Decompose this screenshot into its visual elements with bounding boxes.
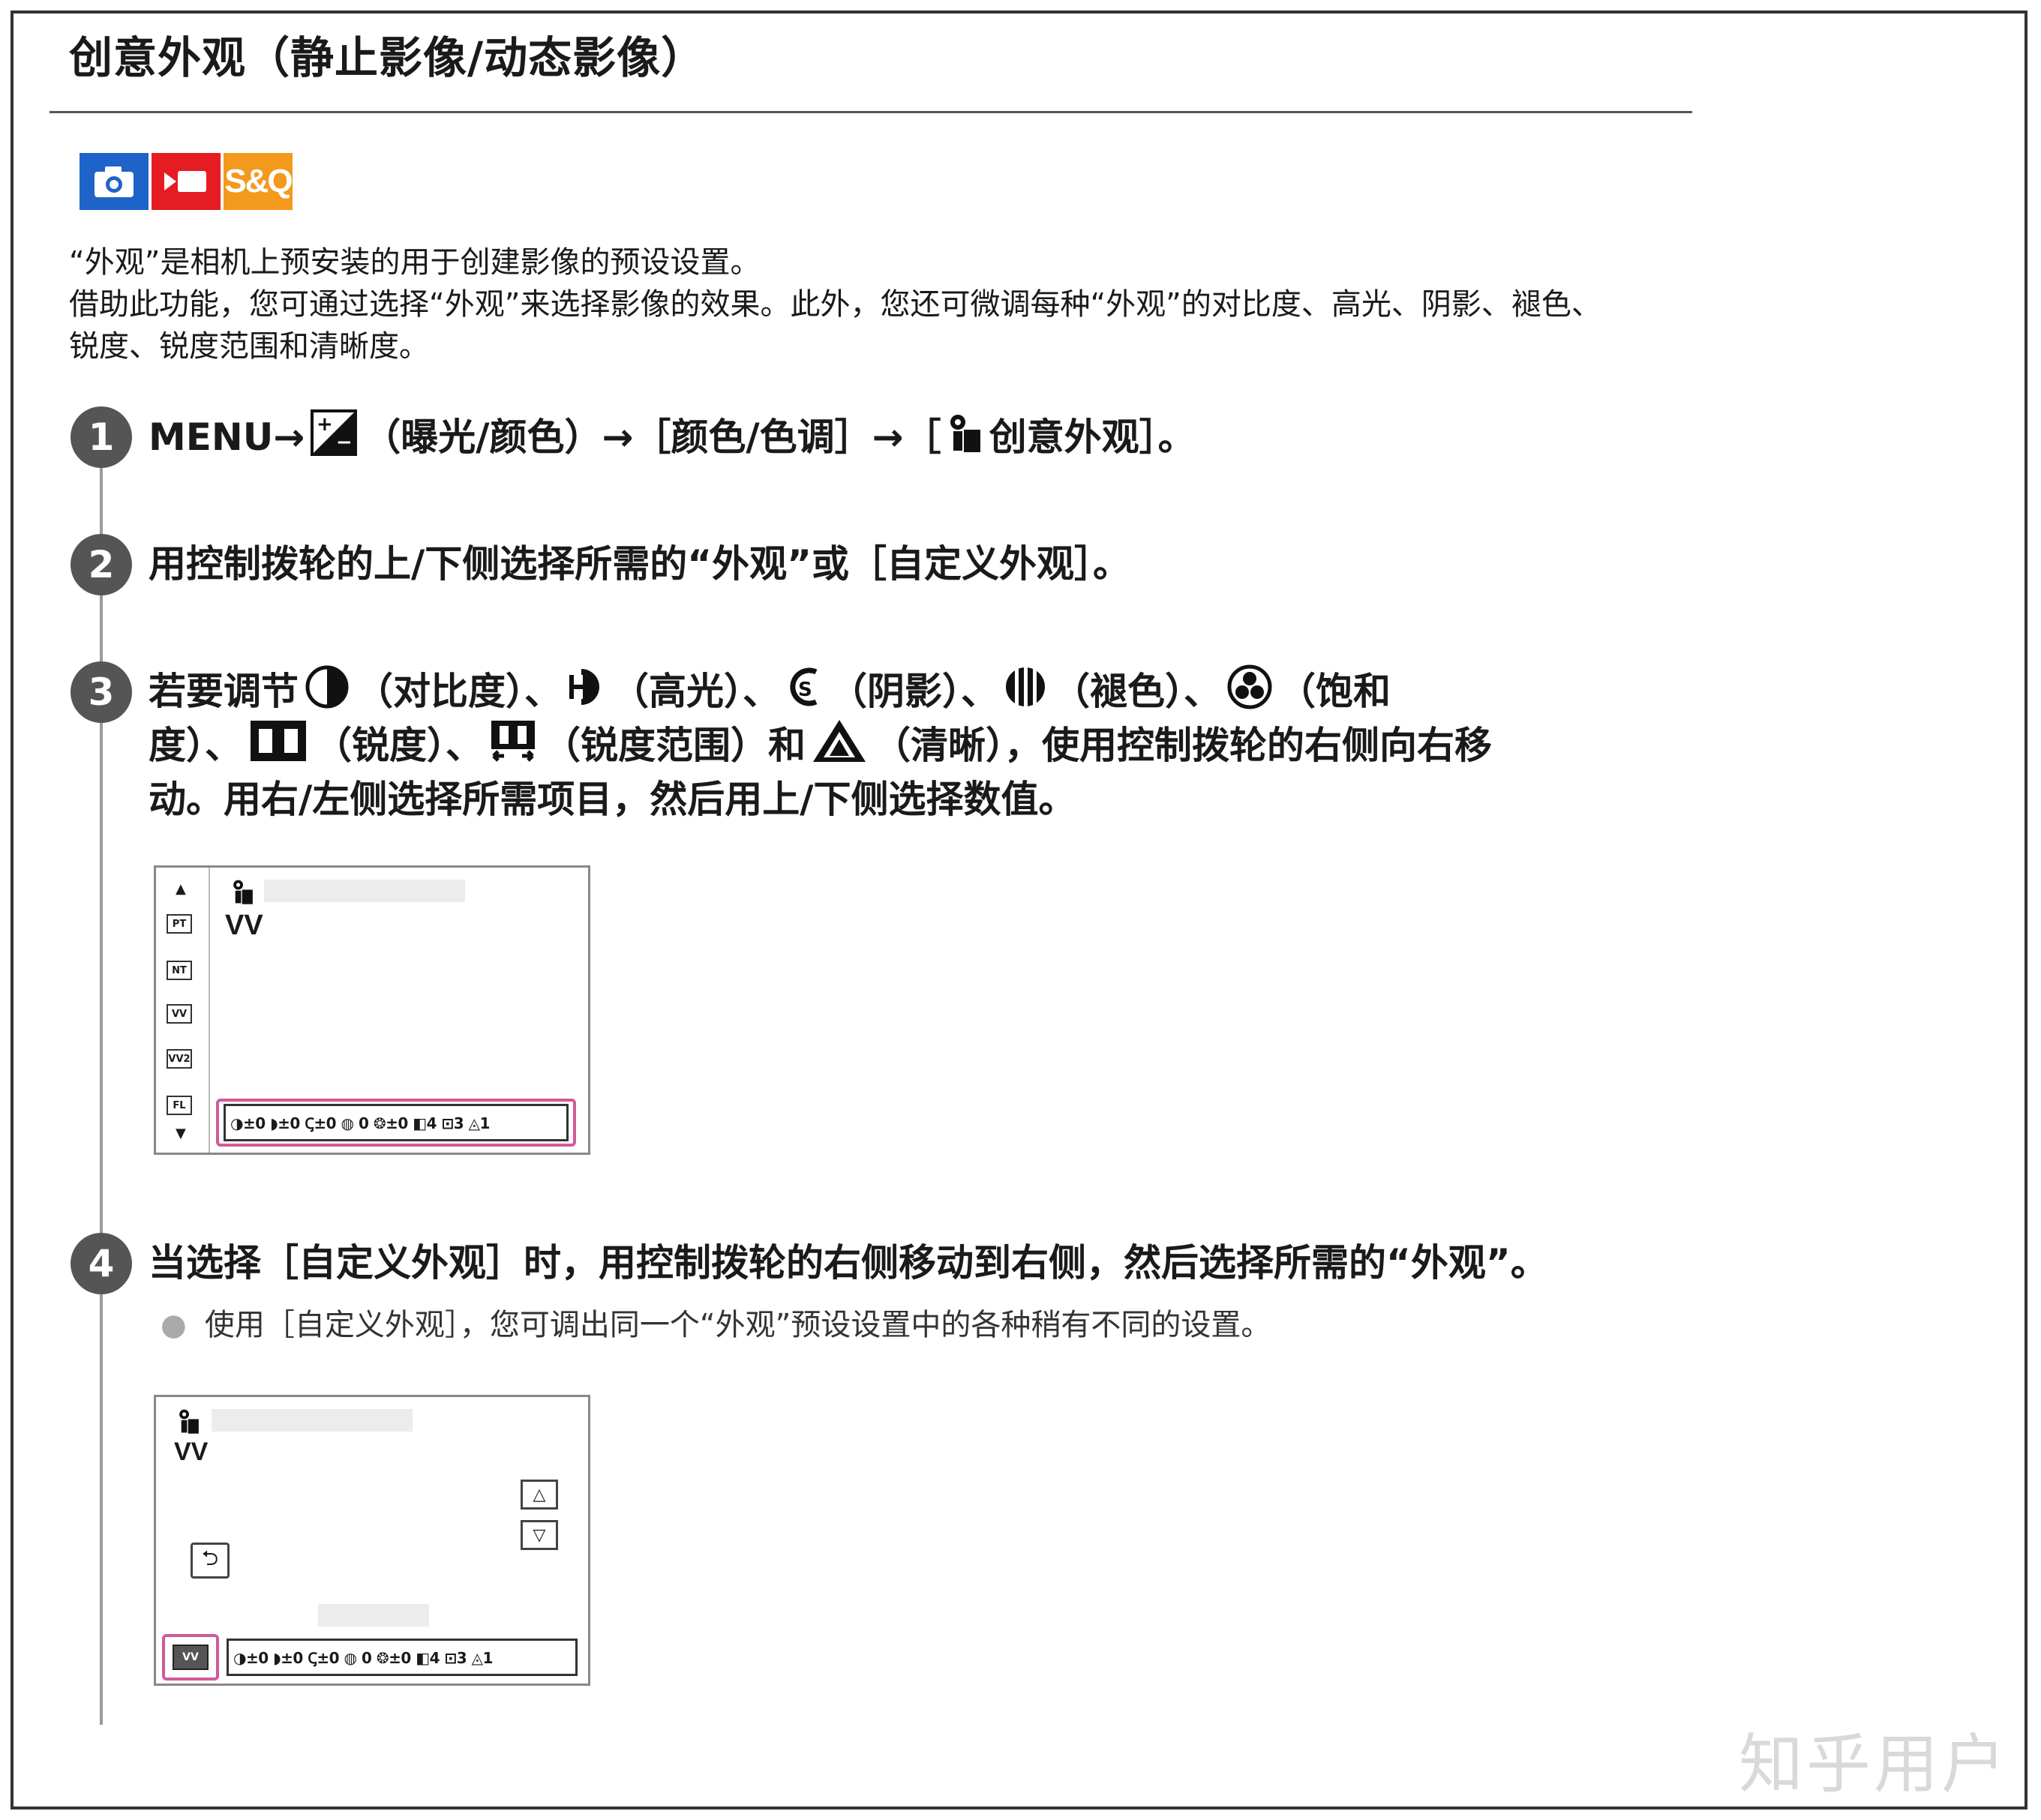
step-number: 2: [71, 534, 132, 595]
look-vv-icon[interactable]: VV: [167, 1004, 192, 1024]
scroll-up-icon[interactable]: ▲: [176, 881, 186, 897]
step-3-part: （高光）、: [611, 670, 780, 713]
step-number: 4: [71, 1233, 132, 1294]
step-3-part: （褪色）、: [1052, 670, 1221, 713]
back-button[interactable]: ⮌: [191, 1543, 230, 1579]
still-camera-icon: [80, 153, 149, 210]
shadows-icon: S: [786, 664, 824, 724]
step-number: 3: [71, 661, 132, 723]
saturation-icon: [1227, 664, 1272, 724]
sq-mode-icon: S&Q: [224, 153, 293, 210]
svg-text:−: −: [336, 431, 353, 454]
step-3-part: （锐度范围）和: [543, 724, 806, 767]
step-3-line-3: 动。用右/左侧选择所需项目，然后用上/下侧选择数值。: [149, 778, 1076, 821]
look-name-bar: [264, 880, 465, 902]
status-bar-gray: [318, 1604, 429, 1627]
look-list-column: ▲ PT NT VV VV2 FL ▼: [156, 868, 210, 1153]
intro-line: 锐度、锐度范围和清晰度。: [69, 329, 429, 364]
page-title: 创意外观（静止影像/动态影像）: [69, 32, 706, 83]
look-vv2-icon[interactable]: VV2: [167, 1049, 192, 1069]
camera-screen-custom-look: VV △ ▽ ⮌ VV ◑±0 ◗±0 Ꞔ±0 ◍ 0 ❂±0 ◧4 ⊡3 ◬1: [154, 1395, 590, 1686]
step-1-text: MENU→ + − （曝光/颜色）→［颜色/色调］→［ 创意外观］。: [149, 409, 1196, 470]
svg-text:S: S: [798, 679, 812, 701]
fade-icon: [1004, 664, 1046, 724]
clarity-icon: [812, 718, 867, 778]
step-number: 1: [71, 406, 132, 468]
look-fl-icon[interactable]: FL: [167, 1096, 192, 1115]
mode-badges: S&Q: [80, 153, 296, 210]
creative-look-icon: [177, 1408, 201, 1438]
step-2-text: 用控制拨轮的上/下侧选择所需的“外观”或［自定义外观］。: [149, 542, 1130, 586]
step-4-note: ● 使用［自定义外观］，您可调出同一个“外观”预设设置中的各种稍有不同的设置。: [161, 1300, 1271, 1344]
up-arrow-button[interactable]: △: [521, 1480, 558, 1510]
sharpness-range-icon: [489, 718, 537, 778]
step-3-part: （锐度）、: [314, 724, 483, 767]
contrast-icon: [305, 664, 350, 724]
step-3-part: （阴影）、: [830, 670, 998, 713]
camera-screen-look-list: ▲ PT NT VV VV2 FL ▼ VV ◑±0 ◗±0 Ꞔ±0 ◍ 0 ❂…: [154, 865, 590, 1155]
step-3-part: （对比度）、: [356, 670, 562, 713]
look-name-bar: [212, 1409, 413, 1432]
steps-timeline: [100, 435, 103, 1725]
sharpness-icon: [248, 718, 308, 778]
bullet-icon: ●: [161, 1308, 187, 1342]
selected-look-label: VV: [174, 1438, 209, 1466]
creative-look-icon: [231, 878, 255, 908]
step-1-part: 创意外观］。: [989, 415, 1196, 459]
intro-text: “外观”是相机上预安装的用于创建影像的预设设置。 借助此功能，您可通过选择“外观…: [69, 241, 1734, 367]
exposure-color-icon: + −: [311, 409, 358, 470]
title-divider: [50, 111, 1692, 113]
step-3-line-1: 若要调节 （对比度）、 （高光）、 S （阴影）、 （褪色）、 （饱和: [149, 664, 1391, 724]
look-nt-icon[interactable]: NT: [167, 961, 192, 980]
down-arrow-button[interactable]: ▽: [521, 1520, 558, 1550]
step-4-note-text: 使用［自定义外观］，您可调出同一个“外观”预设设置中的各种稍有不同的设置。: [204, 1308, 1271, 1342]
step-3-part: （饱和: [1278, 670, 1391, 713]
parameter-bar[interactable]: ◑±0 ◗±0 Ꞔ±0 ◍ 0 ❂±0 ◧4 ⊡3 ◬1: [227, 1639, 578, 1676]
watermark: 知乎用户: [1739, 1727, 2009, 1802]
selected-look-label: VV: [225, 910, 263, 941]
look-pt-icon[interactable]: PT: [167, 914, 192, 934]
step-4-text: 当选择［自定义外观］时，用控制拨轮的右侧移动到右侧，然后选择所需的“外观”。: [149, 1241, 1548, 1285]
parameter-bar[interactable]: ◑±0 ◗±0 Ꞔ±0 ◍ 0 ❂±0 ◧4 ⊡3 ◬1: [224, 1104, 569, 1141]
movie-camera-icon: [152, 153, 221, 210]
highlights-icon: [568, 664, 605, 724]
step-3-line-2: 度）、 （锐度）、 （锐度范围）和 （清晰），使用控制拨轮的右侧向右移: [149, 718, 1492, 778]
step-1-part: MENU→: [149, 415, 305, 459]
step-3-part: 若要调节: [149, 670, 299, 713]
scroll-down-icon[interactable]: ▼: [176, 1126, 186, 1141]
svg-text:+: +: [317, 413, 333, 436]
intro-line: “外观”是相机上预安装的用于创建影像的预设设置。: [69, 245, 761, 280]
intro-line: 借助此功能，您可通过选择“外观”来选择影像的效果。此外，您还可微调每种“外观”的…: [69, 287, 1601, 322]
creative-look-icon: [947, 412, 983, 468]
step-1-part: （曝光/颜色）→［颜色/色调］→［: [363, 415, 941, 459]
custom-look-icon[interactable]: VV: [173, 1645, 209, 1670]
step-3-part: （清晰），使用控制拨轮的右侧向右移: [873, 724, 1492, 767]
step-3-part: 度）、: [149, 724, 242, 767]
